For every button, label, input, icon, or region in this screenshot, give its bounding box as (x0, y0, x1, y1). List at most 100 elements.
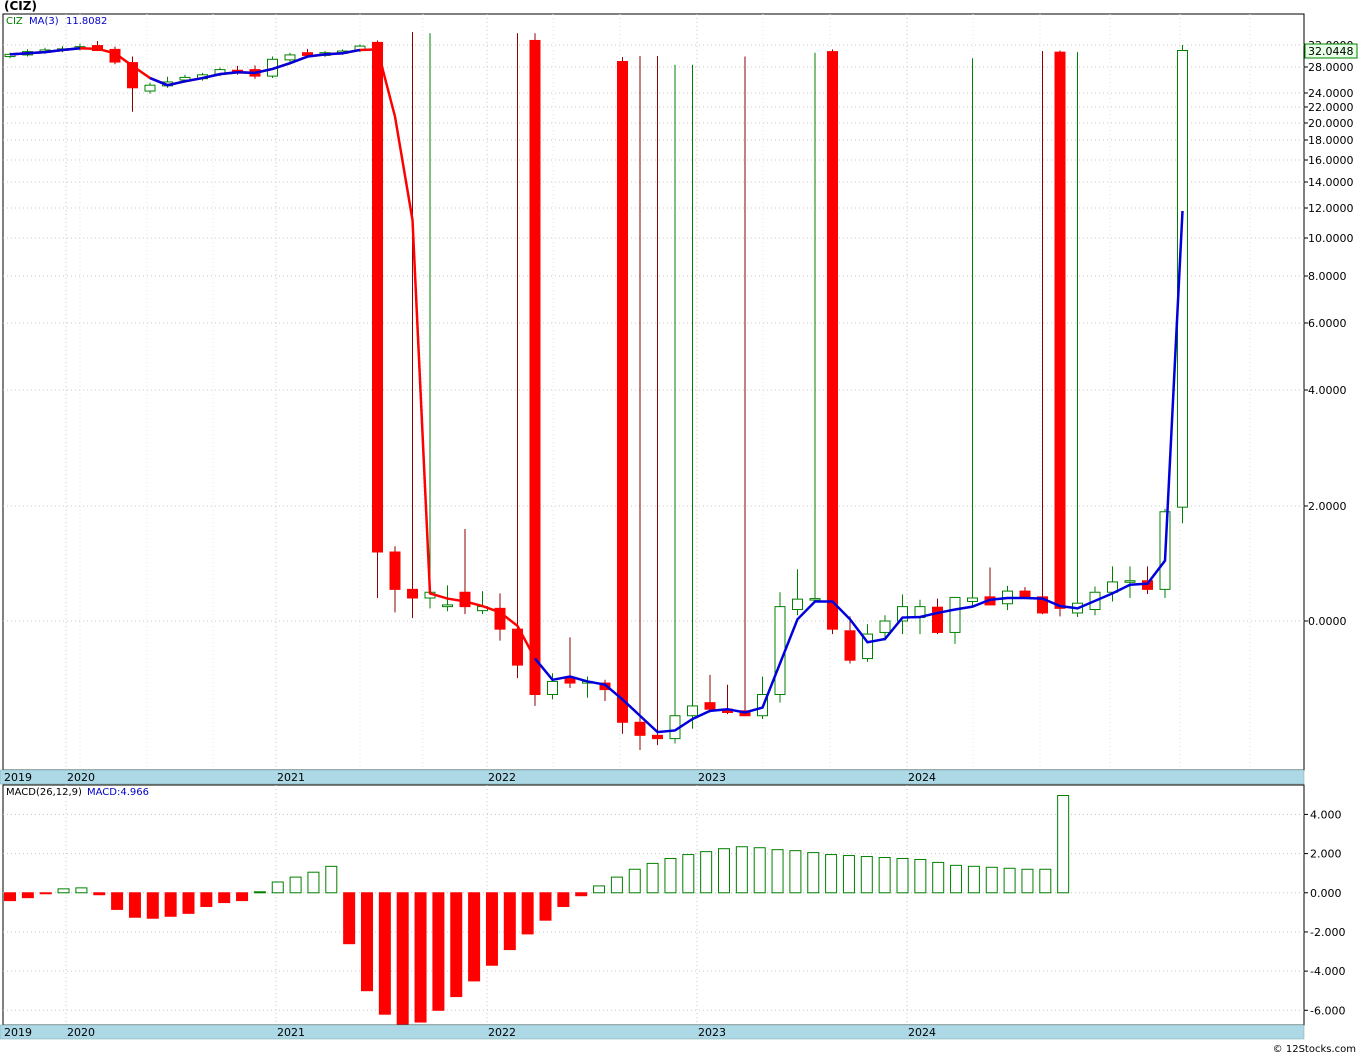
macd-bar (628, 868, 641, 894)
year-label: 2019 (4, 1026, 32, 1039)
macd-bar (361, 892, 373, 992)
candle-body (774, 606, 786, 695)
year-label: 2020 (67, 1026, 95, 1039)
macd-bar (57, 888, 70, 894)
macd-panel (2, 784, 1305, 1026)
price-tick-label: 20.0000 (1308, 117, 1354, 130)
candle-body (687, 705, 698, 717)
macd-bar (128, 892, 141, 918)
macd-bar (807, 852, 820, 894)
macd-bar (878, 857, 891, 894)
year-label: 2022 (488, 1026, 516, 1039)
candle-body (879, 620, 891, 633)
price-tick-label: 6.0000 (1308, 317, 1347, 330)
macd-bar (985, 866, 998, 894)
legend-ma-label: MA(3) (29, 16, 59, 27)
macd-bar (289, 876, 302, 894)
macd-bar (164, 892, 177, 917)
macd-tick-label: -4.000 (1310, 965, 1345, 978)
credit-text: © 12Stocks.com (1273, 1044, 1356, 1055)
macd-bar (432, 892, 445, 1011)
price-panel (2, 13, 1305, 771)
candle-body (442, 604, 453, 608)
candle-body (617, 61, 628, 723)
candle-body (809, 598, 821, 601)
price-tick-label: 2.0000 (1308, 500, 1347, 513)
price-tick-label: 10.0000 (1308, 232, 1354, 245)
date-band-bottom (0, 1024, 1305, 1040)
macd-bar (664, 857, 677, 894)
macd-bar (93, 892, 106, 896)
candle-body (459, 591, 471, 608)
candle-body (529, 39, 541, 695)
macd-bar (521, 892, 534, 935)
year-label: 2019 (4, 771, 32, 784)
macd-bar (842, 855, 855, 894)
candle-body (144, 84, 156, 92)
macd-bar (378, 892, 391, 1015)
year-label: 2022 (488, 771, 516, 784)
macd-bar (753, 847, 766, 894)
macd-tick-label: -6.000 (1310, 1004, 1345, 1017)
macd-bar (271, 881, 284, 894)
chart-canvas: (CIZ) 0.0000 2.0000 4.0000 6.0000 8.0000 10.0… (0, 0, 1358, 1055)
macd-bar (236, 892, 249, 902)
macd-bar (825, 854, 838, 894)
macd-bar (503, 892, 516, 951)
macd-bar (646, 862, 659, 894)
macd-bar (610, 876, 623, 894)
year-label: 2023 (698, 771, 726, 784)
last-price-tag: 32.0448 (1304, 43, 1358, 59)
price-tick-label: 8.0000 (1308, 270, 1347, 283)
macd-bar (950, 864, 963, 894)
macd-bar (735, 846, 748, 894)
macd-bar (557, 892, 570, 907)
price-tick-label: 4.0000 (1308, 384, 1347, 397)
date-band-top (0, 769, 1305, 785)
price-tick-label: 28.0000 (1308, 61, 1354, 74)
macd-bar (307, 871, 320, 894)
macd-bar (485, 892, 498, 966)
macd-bar (967, 865, 980, 894)
candle-body (372, 41, 383, 553)
macd-bar (575, 892, 588, 897)
macd-bar (914, 858, 927, 894)
year-label: 2023 (698, 1026, 726, 1039)
macd-bar (1021, 868, 1034, 894)
candle-body (547, 680, 558, 696)
macd-tick-label: 4.000 (1310, 808, 1342, 821)
candle-body (564, 677, 576, 684)
macd-bar (325, 865, 338, 894)
macd-bar (718, 848, 730, 894)
macd-bar (21, 892, 34, 899)
price-tick-label: 0.0000 (1308, 615, 1347, 628)
macd-bar (253, 891, 266, 894)
macd-y-axis: -6.000 -4.000 -2.000 0.000 2.000 4.000 (1304, 808, 1345, 1017)
macd-bar (700, 851, 713, 894)
candle-body (634, 721, 646, 736)
legend-symbol: CIZ (6, 16, 23, 27)
macd-bar (111, 892, 124, 910)
macd-bar (593, 885, 606, 894)
macd-legend-label: MACD(26,12,9) (6, 787, 82, 798)
candle-body (932, 606, 943, 633)
macd-bar (539, 892, 552, 921)
macd-bar (789, 850, 802, 894)
candle-body (704, 702, 716, 710)
macd-bar (75, 887, 88, 894)
candle-body (1054, 51, 1066, 609)
macd-bar (450, 892, 463, 998)
legend-ma-value: 11.8082 (66, 16, 107, 27)
candle-body (844, 630, 856, 661)
macd-legend-value: MACD:4.966 (87, 787, 149, 798)
macd-bar (896, 857, 909, 894)
macd-tick-label: 0.000 (1310, 887, 1342, 900)
macd-bar (682, 854, 695, 894)
candle-body (949, 596, 961, 633)
macd-tick-label: -2.000 (1310, 926, 1345, 939)
last-price-label: 32.0448 (1308, 45, 1354, 58)
macd-bar (771, 849, 784, 894)
macd-bar (1039, 868, 1052, 894)
candle-body (1124, 580, 1136, 583)
macd-bar (39, 892, 52, 895)
